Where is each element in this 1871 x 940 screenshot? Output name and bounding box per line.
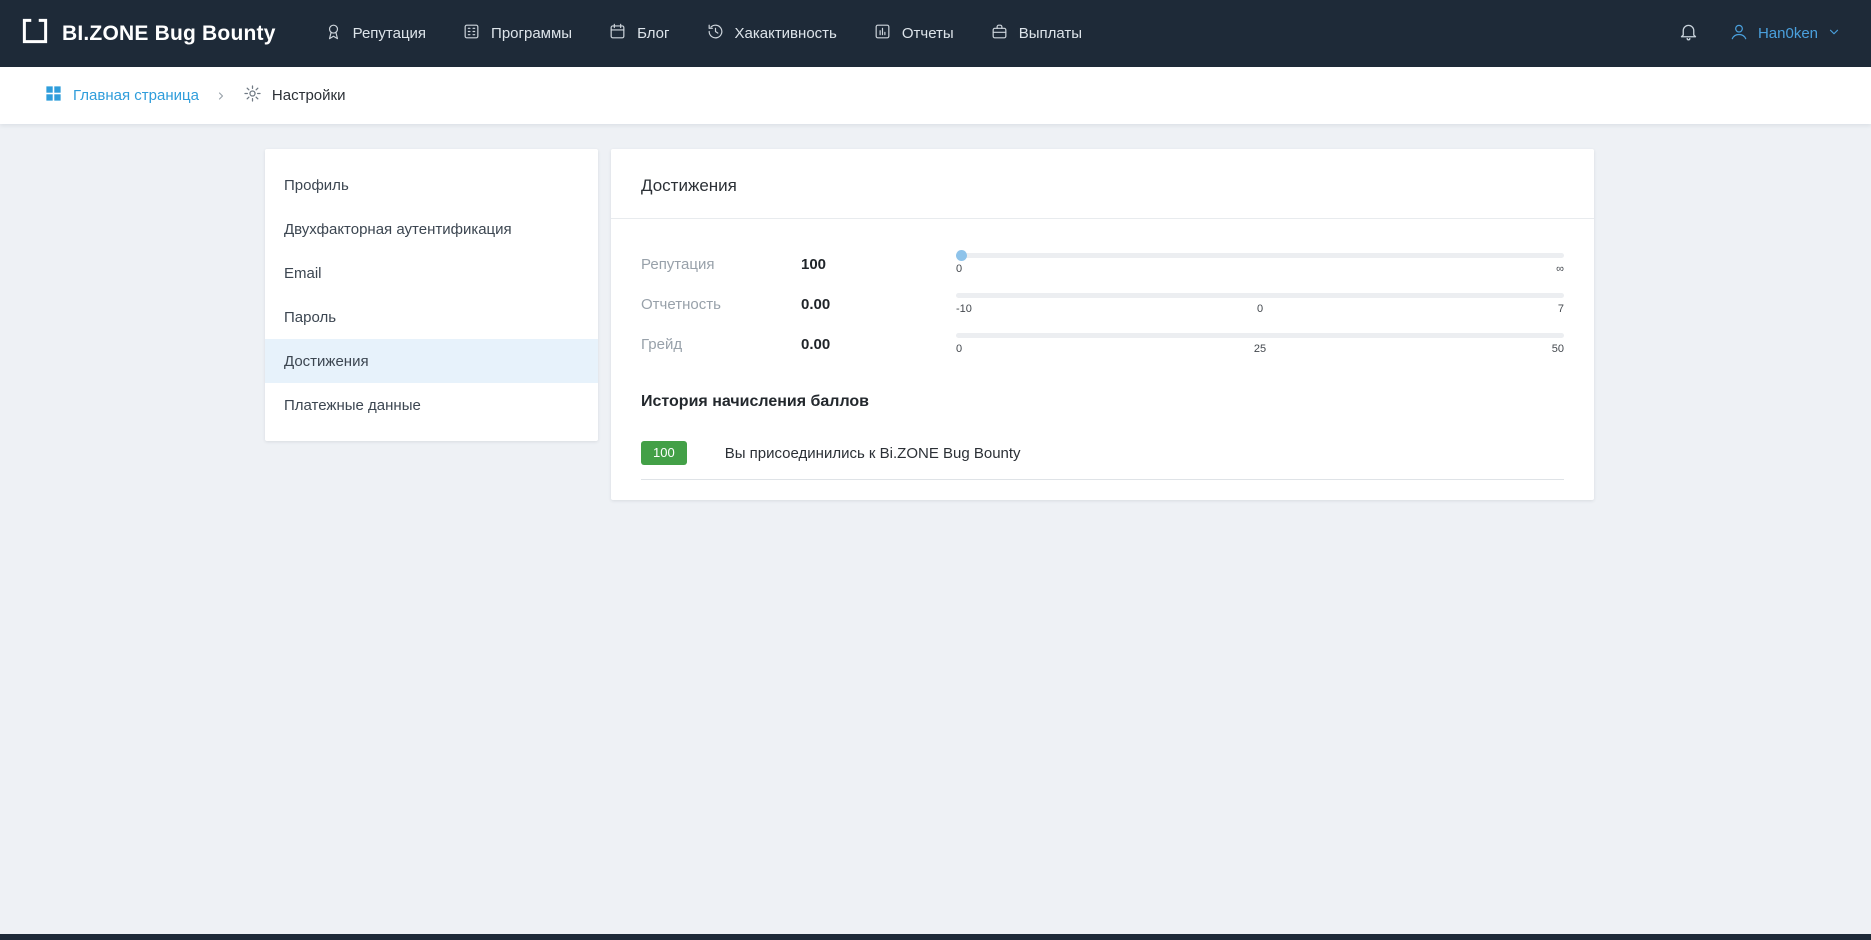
nav-item-label: Выплаты xyxy=(1019,25,1082,42)
top-navigation: BI.ZONE Bug Bounty Репутация Программы xyxy=(0,0,1871,67)
nav-item-label: Репутация xyxy=(353,25,426,42)
slider-scale: 0 25 50 xyxy=(956,344,1564,355)
menu-item-achievements[interactable]: Достижения xyxy=(265,339,598,383)
menu-item-payment-data[interactable]: Платежные данные xyxy=(265,383,598,427)
metrics-section: Репутация 100 0 ∞ Отчетность 0.00 xyxy=(611,219,1594,361)
metric-value: 0.00 xyxy=(801,296,956,313)
nav-item-label: Отчеты xyxy=(902,25,954,42)
menu-item-2fa[interactable]: Двухфакторная аутентификация xyxy=(265,207,598,251)
scale-max: ∞ xyxy=(1556,264,1564,275)
user-icon xyxy=(1729,22,1749,46)
metric-value: 0.00 xyxy=(801,336,956,353)
page-content: Профиль Двухфакторная аутентификация Ema… xyxy=(0,124,1871,934)
metric-label: Грейд xyxy=(641,336,801,353)
metric-value: 100 xyxy=(801,256,956,273)
scale-min: 0 xyxy=(956,344,962,355)
history-item: 100 Вы присоединились к Bi.ZONE Bug Boun… xyxy=(641,441,1564,480)
brand-title: BI.ZONE Bug Bounty xyxy=(62,22,276,46)
nav-item-label: Блог xyxy=(637,25,669,42)
menu-item-label: Двухфакторная аутентификация xyxy=(284,221,512,238)
history-title: История начисления баллов xyxy=(641,393,1564,411)
breadcrumb-current: Настройки xyxy=(243,84,346,108)
gear-icon xyxy=(243,84,262,108)
reputation-icon xyxy=(324,22,343,45)
menu-item-email[interactable]: Email xyxy=(265,251,598,295)
achievements-title: Достижения xyxy=(611,149,1594,219)
nav-item-payouts[interactable]: Выплаты xyxy=(976,12,1096,55)
menu-item-label: Платежные данные xyxy=(284,397,421,414)
scale-min: 0 xyxy=(956,264,962,275)
bell-icon xyxy=(1678,21,1699,47)
menu-item-profile[interactable]: Профиль xyxy=(265,163,598,207)
points-badge: 100 xyxy=(641,441,687,465)
scale-max: 50 xyxy=(1552,344,1564,355)
topnav-right: Han0ken xyxy=(1678,21,1841,47)
menu-item-label: Достижения xyxy=(284,353,369,370)
nav-item-label: Хакактивность xyxy=(735,25,837,42)
slider-scale: 0 ∞ xyxy=(956,264,1564,275)
history-text: Вы присоединились к Bi.ZONE Bug Bounty xyxy=(725,445,1021,462)
reputation-slider: 0 ∞ xyxy=(956,253,1564,275)
user-menu[interactable]: Han0ken xyxy=(1729,22,1841,46)
nav-item-hackactivity[interactable]: Хакактивность xyxy=(692,12,851,55)
breadcrumb: Главная страница Настройки xyxy=(0,67,1871,124)
settings-menu-card: Профиль Двухфакторная аутентификация Ema… xyxy=(265,149,598,441)
hackactivity-icon xyxy=(706,22,725,45)
metric-row-reputation: Репутация 100 0 ∞ xyxy=(641,247,1564,281)
scale-mid: 25 xyxy=(1254,344,1266,355)
metric-label: Отчетность xyxy=(641,296,801,313)
user-name: Han0ken xyxy=(1758,25,1818,42)
notifications-button[interactable] xyxy=(1678,21,1699,47)
slider-scale: -10 0 7 xyxy=(956,304,1564,315)
brand-logo[interactable]: BI.ZONE Bug Bounty xyxy=(20,16,276,51)
nav-item-reputation[interactable]: Репутация xyxy=(310,12,440,55)
scale-mid: 0 xyxy=(1257,304,1263,315)
slider-track xyxy=(956,293,1564,298)
main-nav: Репутация Программы Блог xyxy=(310,12,1096,55)
breadcrumb-current-label: Настройки xyxy=(272,87,346,104)
scale-min: -10 xyxy=(956,304,972,315)
chevron-right-icon xyxy=(215,90,227,102)
footer-bar xyxy=(0,934,1871,940)
slider-handle[interactable] xyxy=(956,250,967,261)
bizone-logo-icon xyxy=(20,16,50,51)
nav-item-programs[interactable]: Программы xyxy=(448,12,586,55)
breadcrumb-home-link[interactable]: Главная страница xyxy=(44,84,199,108)
nav-item-reports[interactable]: Отчеты xyxy=(859,12,968,55)
menu-item-label: Пароль xyxy=(284,309,336,326)
scale-max: 7 xyxy=(1558,304,1564,315)
reports-icon xyxy=(873,22,892,45)
chevron-down-icon xyxy=(1827,25,1841,43)
nav-item-label: Программы xyxy=(491,25,572,42)
menu-item-password[interactable]: Пароль xyxy=(265,295,598,339)
payouts-icon xyxy=(990,22,1009,45)
breadcrumb-home-label: Главная страница xyxy=(73,87,199,104)
metric-row-grade: Грейд 0.00 0 25 50 xyxy=(641,327,1564,361)
blog-icon xyxy=(608,22,627,45)
menu-item-label: Email xyxy=(284,265,322,282)
slider-track xyxy=(956,333,1564,338)
metric-label: Репутация xyxy=(641,256,801,273)
programs-icon xyxy=(462,22,481,45)
reporting-slider: -10 0 7 xyxy=(956,293,1564,315)
menu-item-label: Профиль xyxy=(284,177,349,194)
metric-row-reporting: Отчетность 0.00 -10 0 7 xyxy=(641,287,1564,321)
home-grid-icon xyxy=(44,84,63,108)
achievements-card: Достижения Репутация 100 0 ∞ Отчетн xyxy=(611,149,1594,500)
slider-track xyxy=(956,253,1564,258)
grade-slider: 0 25 50 xyxy=(956,333,1564,355)
nav-item-blog[interactable]: Блог xyxy=(594,12,683,55)
